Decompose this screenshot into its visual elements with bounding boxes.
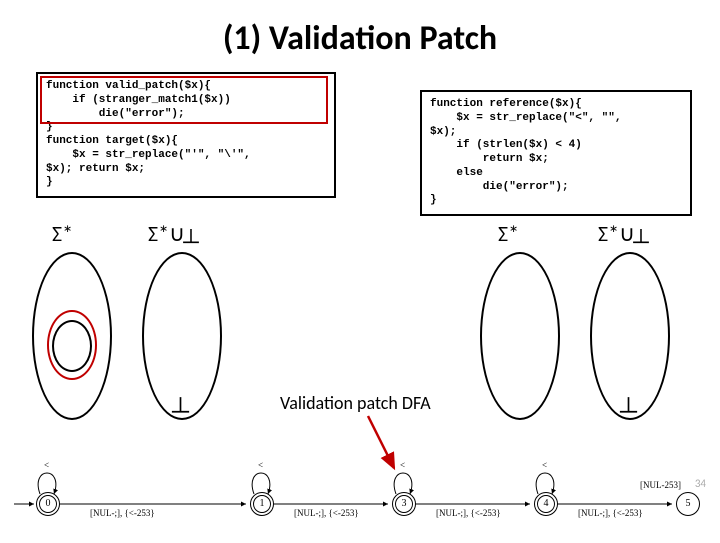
code-box-reference: function reference($x){ $x = str_replace…: [420, 90, 692, 216]
highlight-rect-left: [40, 76, 328, 124]
dfa-state-5: 5: [676, 492, 700, 516]
dfa-edge-label-2: [NUL-;], {<-253}: [294, 508, 359, 518]
dfa-edge-label-5: [NUL-253]: [640, 480, 681, 490]
page-number: 34: [695, 477, 706, 490]
sigma-star-left-1: Σ*: [52, 220, 73, 247]
dfa-state-4: 4: [534, 492, 558, 516]
dfa-diagram: 0 1 3 4 5 < < < < [NUL-;], {<-253} [NUL-…: [0, 460, 720, 538]
page-title: (1) Validation Patch: [0, 0, 720, 59]
dfa-edge-label-3: [NUL-;], {<-253}: [436, 508, 501, 518]
bot-symbol-left: ┴: [172, 398, 189, 426]
bot-symbol-right: ┴: [620, 398, 637, 426]
dfa-state-0: 0: [36, 492, 60, 516]
oval-right-1: [480, 252, 560, 420]
dfa-edge-label-1: [NUL-;], {<-253}: [90, 508, 155, 518]
dfa-edge-label-4: [NUL-;], {<-253}: [578, 508, 643, 518]
sigma-union-left: Σ*∪┴: [148, 220, 199, 255]
dfa-state-1: 1: [250, 492, 274, 516]
dfa-loop-label-0: <: [44, 460, 49, 470]
dfa-loop-label-1: <: [258, 460, 263, 470]
dfa-loop-label-3: <: [400, 460, 405, 470]
dfa-loop-label-4: <: [542, 460, 547, 470]
oval-left-2: [142, 252, 222, 420]
inner-black-oval: [52, 320, 92, 372]
dfa-state-3: 3: [392, 492, 416, 516]
sigma-union-right: Σ*∪┴: [598, 220, 649, 255]
sigma-star-right: Σ*: [498, 220, 519, 247]
oval-right-2: [590, 252, 670, 420]
